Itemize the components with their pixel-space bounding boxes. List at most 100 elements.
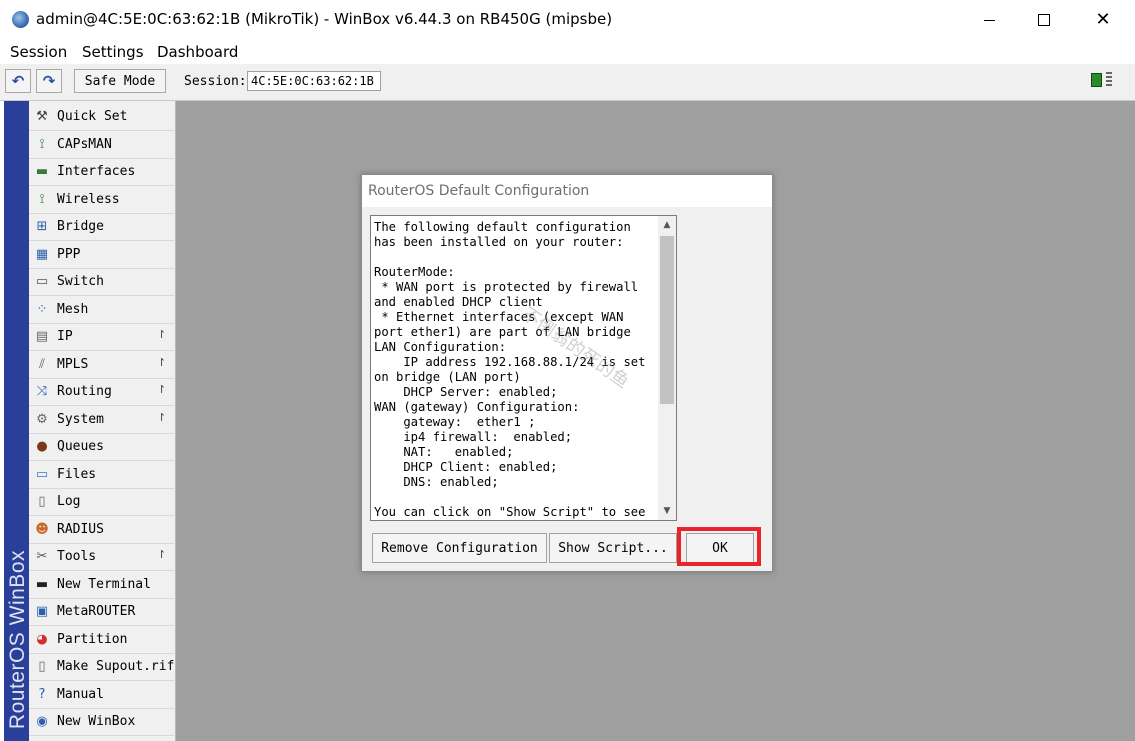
sidebar-brand-strip: RouterOS WinBox [4,101,29,741]
supout-file-icon: ▯ [38,659,46,674]
quick-set-icon: ⚒ [36,109,48,124]
sidebar-item-label: PPP [57,246,81,262]
sidebar-item-wireless[interactable]: ⟟ Wireless [29,187,174,214]
dialog-titlebar[interactable]: RouterOS Default Configuration [362,175,772,207]
sidebar-item-routing[interactable]: ⤨ Routing ↾ [29,379,174,406]
sidebar-item-label: Wireless [57,191,120,207]
new-winbox-icon: ◉ [36,714,48,729]
sidebar-item-mpls[interactable]: ⫽ MPLS ↾ [29,352,174,379]
wireless-icon: ⟟ [39,191,45,207]
interfaces-icon: ▬ [35,164,49,179]
partition-pie-icon: ◕ [36,631,48,647]
ok-button-highlight [677,527,761,566]
session-label: Session: [184,74,247,89]
sidebar-item-metarouter[interactable]: ▣ MetaROUTER [29,599,174,626]
session-field[interactable]: 4C:5E:0C:63:62:1B [247,71,381,91]
sidebar-item-new-winbox[interactable]: ◉ New WinBox [29,709,174,736]
sidebar-nav: ⚒ Quick Set ⟟ CAPsMAN ▬ Interfaces ⟟ Wireless ⊞ B… [29,101,176,741]
sidebar-item-label: RADIUS [57,521,104,537]
scroll-thumb[interactable] [660,236,674,404]
menu-settings[interactable]: Settings [82,43,144,61]
show-script-button[interactable]: Show Script... [549,533,677,563]
mesh-icon: ⁘ [36,301,48,317]
submenu-arrow-icon: ↾ [157,548,167,561]
sidebar-item-label: Mesh [57,301,89,317]
dialog-title: RouterOS Default Configuration [368,183,590,199]
submenu-arrow-icon: ↾ [157,383,167,396]
sidebar-item-label: Files [57,466,97,482]
sidebar-item-quick-set[interactable]: ⚒ Quick Set [29,104,174,131]
submenu-arrow-icon: ↾ [157,410,167,424]
window-title: admin@4C:5E:0C:63:62:1B (MikroTik) - Win… [36,10,613,28]
redo-button[interactable]: ↷ [36,69,62,93]
sidebar-item-queues[interactable]: ● Queues [29,434,174,461]
manual-help-icon: ? [38,686,46,702]
metarouter-icon: ▣ [35,604,49,619]
undo-icon: ↶ [11,72,25,90]
default-config-dialog: RouterOS Default Configuration The follo… [361,174,773,572]
menu-dashboard[interactable]: Dashboard [157,43,238,61]
sidebar-item-radius[interactable]: ☻ RADIUS [29,517,174,544]
config-scrollbar[interactable]: ▲ ▼ [658,216,676,520]
sidebar-item-label: IP [57,329,73,344]
sidebar-item-bridge[interactable]: ⊞ Bridge [29,214,174,241]
sidebar-item-mesh[interactable]: ⁘ Mesh [29,297,174,324]
menu-session[interactable]: Session [10,43,67,61]
queues-icon: ● [36,439,48,454]
status-bars-icon [1106,72,1131,90]
ip-icon: ▤ [35,329,49,344]
sidebar-brand-text: RouterOS WinBox [6,549,29,729]
sidebar-item-label: System [57,411,104,427]
sidebar-item-label: Quick Set [57,109,128,124]
toolbar: ↶ ↷ Safe Mode Session: 4C:5E:0C:63:62:1B [0,64,1135,101]
submenu-arrow-icon: ↾ [157,355,167,369]
sidebar-item-capsman[interactable]: ⟟ CAPsMAN [29,132,174,159]
minimize-button[interactable] [966,0,1012,40]
sidebar-item-manual[interactable]: ? Manual [29,682,174,709]
sidebar-item-interfaces[interactable]: ▬ Interfaces [29,159,174,186]
remove-configuration-button[interactable]: Remove Configuration [372,533,547,563]
sidebar-item-make-supout-rif[interactable]: ▯ Make Supout.rif [29,654,174,681]
sidebar-item-partition[interactable]: ◕ Partition [29,627,174,654]
sidebar-item-log[interactable]: ▯ Log [29,489,174,516]
routing-icon: ⤨ [36,384,48,399]
connection-status-icon [1091,73,1102,87]
sidebar-item-label: Manual [57,686,104,702]
sidebar-item-system[interactable]: ⚙ System ↾ [29,407,174,434]
files-folder-icon: ▭ [35,466,49,482]
sidebar-item-ip[interactable]: ▤ IP ↾ [29,324,174,351]
redo-icon: ↷ [42,72,56,90]
sidebar-item-label: Queues [57,439,104,454]
sidebar-item-switch[interactable]: ▭ Switch [29,269,174,296]
sidebar-item-ppp[interactable]: ▦ PPP [29,242,174,269]
menu-bar: Session Settings Dashboard [0,40,1135,64]
radius-users-icon: ☻ [35,521,49,537]
maximize-button[interactable] [1021,0,1067,40]
sidebar-item-label: MPLS [57,356,89,372]
config-textarea[interactable]: The following default configuration has … [370,215,677,521]
winbox-app-icon [12,11,29,28]
sidebar-item-label: Switch [57,274,104,289]
sidebar-item-label: MetaROUTER [57,604,136,619]
sidebar-item-label: Tools [57,549,97,564]
sidebar-item-label: New WinBox [57,714,136,729]
system-gear-icon: ⚙ [36,411,48,427]
scroll-down-icon[interactable]: ▼ [658,502,676,520]
ppp-icon: ▦ [35,246,49,262]
safe-mode-button[interactable]: Safe Mode [74,69,166,93]
scroll-up-icon[interactable]: ▲ [658,216,676,234]
sidebar-item-files[interactable]: ▭ Files [29,462,174,489]
sidebar-item-new-terminal[interactable]: ▬ New Terminal [29,572,174,599]
sidebar-item-label: New Terminal [57,576,151,592]
sidebar-item-tools[interactable]: ✂ Tools ↾ [29,544,174,571]
terminal-icon: ▬ [35,576,49,592]
sidebar-item-label: Bridge [57,219,104,234]
sidebar-item-label: Partition [57,631,128,647]
close-button[interactable]: ✕ [1080,0,1126,40]
sidebar-item-label: Interfaces [57,164,136,179]
maximize-icon [1038,14,1050,26]
undo-button[interactable]: ↶ [5,69,31,93]
switch-icon: ▭ [35,274,49,289]
sidebar-item-label: Routing [57,384,112,399]
mpls-icon: ⫽ [39,356,45,372]
